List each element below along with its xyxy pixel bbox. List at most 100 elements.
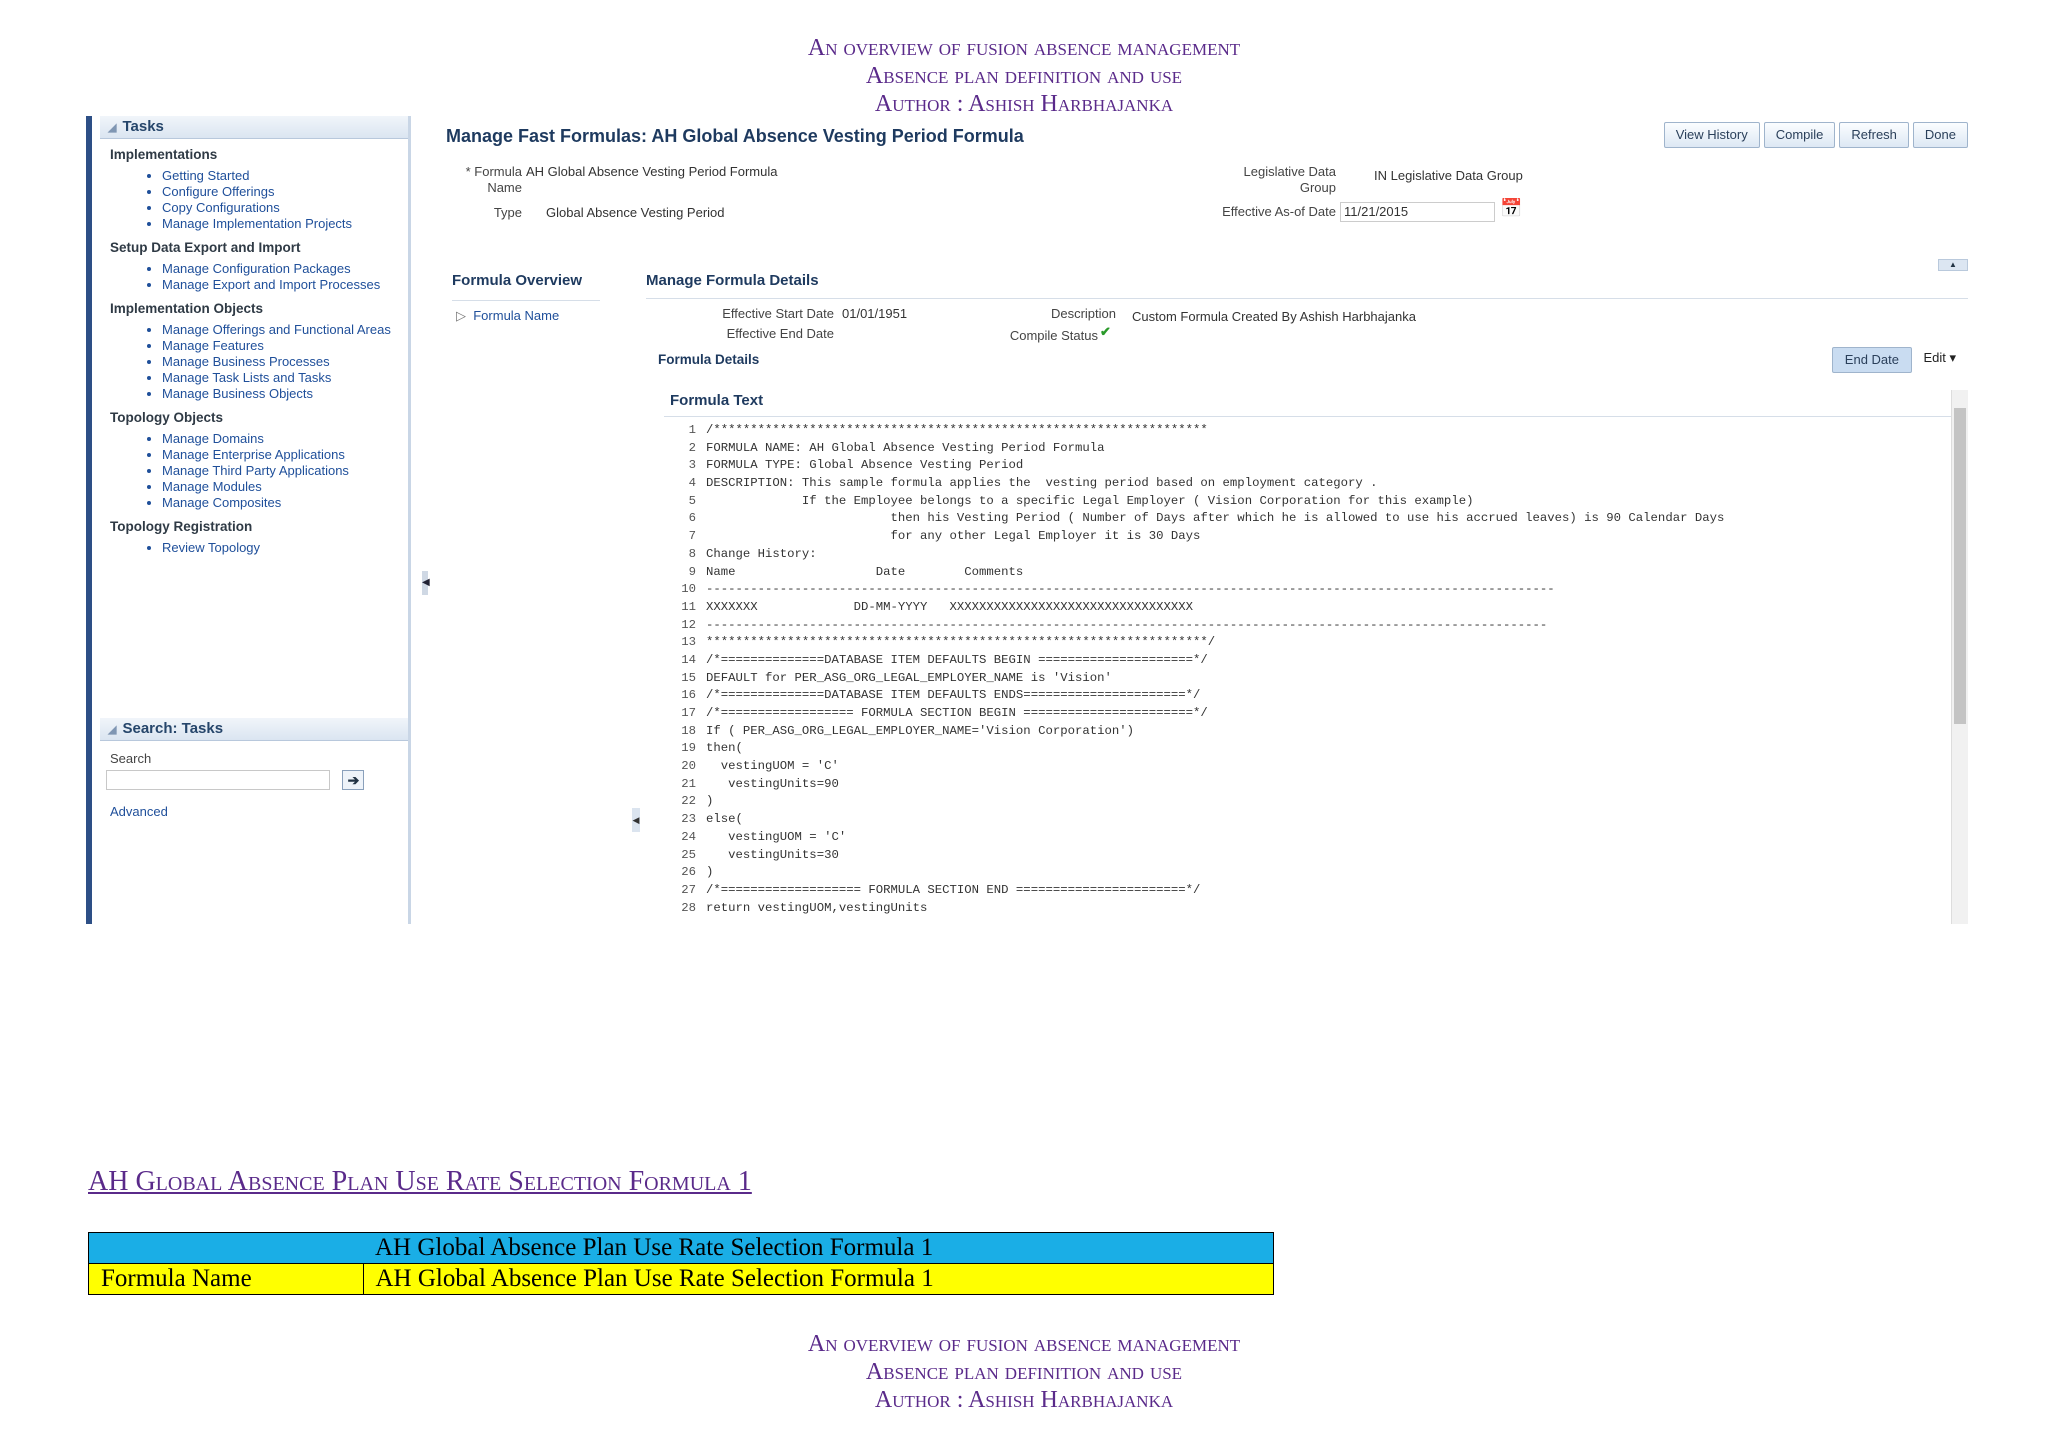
code-text: DESCRIPTION: This sample formula applies… [706,476,1378,491]
formula-name-link[interactable]: Formula Name [473,308,559,323]
collapse-triangle-icon[interactable]: ◢ [108,122,116,134]
task-link[interactable]: Manage Business Processes [162,354,408,370]
edit-menu[interactable]: Edit ▾ [1923,350,1956,366]
task-list: Manage DomainsManage Enterprise Applicat… [100,431,408,511]
line-number: 5 [688,493,696,508]
collapse-header-icon[interactable]: ▲ [1938,259,1968,271]
formula-name-value: AH Global Absence Vesting Period Formula [526,164,778,179]
task-link[interactable]: Copy Configurations [162,200,408,216]
task-link[interactable]: Manage Composites [162,495,408,511]
task-link[interactable]: Manage Export and Import Processes [162,277,408,293]
task-section-title: Implementation Objects [110,301,264,316]
manage-formula-details-title: Manage Formula Details [646,272,819,289]
formula-overview-title: Formula Overview [452,272,583,289]
task-list: Manage Offerings and Functional AreasMan… [100,322,408,402]
task-link[interactable]: Manage Offerings and Functional Areas [162,322,408,338]
code-line: 9 Name Date Comments [656,564,1932,582]
task-link[interactable]: Getting Started [162,168,408,184]
end-date-button[interactable]: End Date [1831,347,1912,373]
code-text: ) [706,865,714,880]
code-scrollbar-thumb[interactable] [1954,408,1966,724]
task-link[interactable]: Manage Third Party Applications [162,463,408,479]
eff-end-label: Effective End Date [726,326,834,341]
panel-splitter-handle[interactable]: ◀ [422,571,430,595]
code-text: /*=================== FORMULA SECTION EN… [706,882,1201,897]
line-number: 6 [688,511,696,526]
formula-name-tree-node[interactable]: ▷ Formula Name [456,308,559,324]
line-number: 20 [681,759,696,774]
code-line: 3 FORMULA TYPE: Global Absence Vesting Pe… [656,457,1932,475]
code-text: FORMULA TYPE: Global Absence Vesting Per… [706,458,1024,473]
task-section-title: Topology Registration [110,519,253,534]
task-link[interactable]: Manage Implementation Projects [162,216,408,232]
page-header-top: An overview of fusion absence management… [0,34,2048,118]
eff-asof-input[interactable]: 11/21/2015 [1340,202,1495,222]
calendar-icon[interactable]: 📅 [1500,198,1522,219]
header-line-2: Absence plan definition and use [865,63,1183,89]
formula-code-editor[interactable]: 1 /**************************************… [656,422,1932,924]
code-splitter-handle[interactable]: ◀ [632,808,640,832]
code-text: FORMULA NAME: AH Global Absence Vesting … [706,440,1105,455]
task-link[interactable]: Review Topology [162,540,408,556]
line-number: 21 [681,776,696,791]
line-number: 13 [681,635,696,650]
code-text: ----------------------------------------… [706,582,1555,597]
line-number: 3 [688,458,696,473]
search-input[interactable] [106,770,330,790]
task-link[interactable]: Manage Features [162,338,408,354]
task-section-title: Topology Objects [110,410,224,425]
formula-text-rule [664,416,1952,417]
advanced-link[interactable]: Advanced [110,804,408,819]
line-number: 18 [681,723,696,738]
task-link[interactable]: Manage Configuration Packages [162,261,408,277]
task-list: Manage Configuration PackagesManage Expo… [100,261,408,293]
line-number: 19 [681,741,696,756]
code-text: ****************************************… [706,635,1216,650]
table-row: Formula Name AH Global Absence Plan Use … [88,1263,1274,1295]
line-number: 8 [688,546,696,561]
code-line: 16 /*==============DATABASE ITEM DEFAULTS… [656,687,1932,705]
formula-details-title: Formula Details [658,352,760,367]
line-number: 27 [681,882,696,897]
type-label: Type [493,205,522,220]
done-button[interactable]: Done [1912,122,1968,148]
task-link[interactable]: Configure Offerings [162,184,408,200]
line-number: 1 [688,423,696,437]
code-line: 23 else( [656,811,1932,829]
task-link[interactable]: Manage Business Objects [162,386,408,402]
leg-group-value: IN Legislative Data Group [1374,168,1523,183]
task-link[interactable]: Manage Domains [162,431,408,447]
search-go-icon[interactable]: ➔ [342,770,365,790]
search-label: Search [110,751,152,766]
description-label: Description [1050,306,1116,321]
tasks-header[interactable]: ◢ Tasks [100,116,408,139]
line-number: 25 [681,847,696,862]
section-title: AH Global Absence Plan Use Rate Selectio… [88,1166,752,1197]
code-line: 19 then( [656,740,1932,758]
task-link[interactable]: Manage Modules [162,479,408,495]
code-text: /***************************************… [706,423,1208,437]
code-line: 28 return vestingUOM,vestingUnits [656,900,1932,918]
code-text: ) [706,794,714,809]
code-text: then his Vesting Period ( Number of Days… [706,511,1725,526]
search-tasks-header[interactable]: ◢ Search: Tasks [100,718,408,741]
code-line: 27 /*=================== FORMULA SECTION … [656,882,1932,900]
line-number: 23 [681,812,696,827]
code-scrollbar[interactable] [1951,390,1968,924]
expand-triangle-icon[interactable]: ▷ [456,308,466,323]
collapse-triangle-icon[interactable]: ◢ [108,724,116,736]
task-link[interactable]: Manage Task Lists and Tasks [162,370,408,386]
left-edge-bar [86,116,92,924]
refresh-button[interactable]: Refresh [1839,122,1909,148]
task-list: Review Topology [100,540,408,556]
view-history-button[interactable]: View History [1663,122,1760,148]
code-text: /*==============DATABASE ITEM DEFAULTS B… [706,652,1208,667]
code-line: 24 vestingUOM = 'C' [656,829,1932,847]
eff-start-label: Effective Start Date [722,306,834,321]
code-text: DEFAULT for PER_ASG_ORG_LEGAL_EMPLOYER_N… [706,670,1112,685]
page-header-bottom: An overview of fusion absence management… [0,1330,2048,1414]
details-rule [646,298,1968,299]
task-link[interactable]: Manage Enterprise Applications [162,447,408,463]
line-number: 4 [688,476,696,491]
compile-button[interactable]: Compile [1763,122,1836,148]
